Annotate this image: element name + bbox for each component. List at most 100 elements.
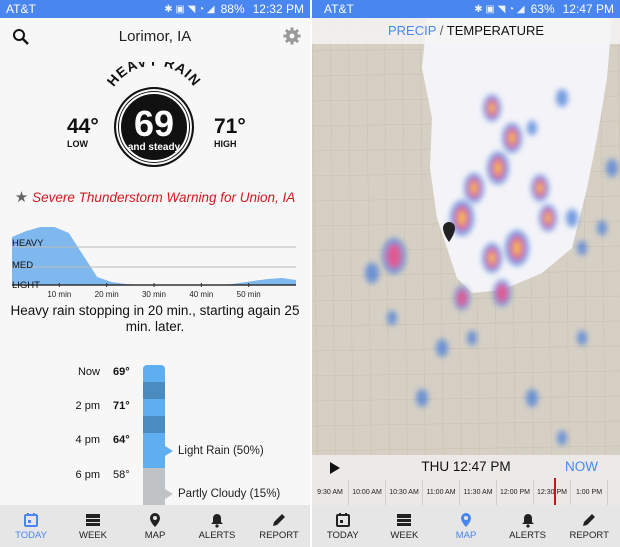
bottom-nav: TODAY WEEK MAP ALERTS REPORT: [0, 505, 310, 547]
map-screen: AT&T ✱ ▣ ◥ ◔ ◢ 63% 12:47 PM PRECIP / TEM…: [312, 0, 620, 547]
radar-cell: [382, 238, 406, 274]
radar-cell: [454, 286, 470, 310]
radar-cell: [539, 204, 557, 232]
high-label: HIGH: [214, 139, 237, 149]
status-bar: AT&T ✱ ▣ ◥ ◔ ◢ 88% 12:32 PM: [0, 0, 310, 18]
nav-week[interactable]: WEEK: [62, 505, 124, 547]
current-temp-dial: 69 and steady: [114, 87, 194, 167]
timeline-slot[interactable]: 9:30 AM: [312, 480, 349, 505]
location-title[interactable]: Lorimor, IA: [0, 28, 310, 45]
map-pin-icon: [150, 512, 160, 527]
gear-icon[interactable]: [283, 27, 301, 50]
nav-label: MAP: [455, 529, 477, 541]
map-pin-icon: [460, 512, 471, 527]
nav-label: WEEK: [79, 529, 107, 541]
now-button[interactable]: NOW: [565, 459, 598, 474]
hourly-row: 4 pm 64°: [0, 434, 130, 446]
x-tick-label: 50 min: [237, 290, 261, 299]
timeline-slots[interactable]: 9:30 AM 10:00 AM 10:30 AM 11:00 AM 11:30 AM 1…: [312, 480, 620, 505]
level-label: HEAVY: [12, 238, 44, 249]
carrier: AT&T: [6, 2, 36, 16]
pencil-icon: [583, 513, 596, 526]
high-temp-block: 71° HIGH: [214, 115, 246, 149]
precip-area: [12, 227, 296, 285]
nav-label: TODAY: [15, 529, 47, 541]
nav-today[interactable]: TODAY: [0, 505, 62, 547]
hourly-row: 2 pm 71°: [0, 400, 130, 412]
timeline-slot[interactable]: 11:00 AM: [423, 480, 460, 505]
nav-alerts[interactable]: ALERTS: [497, 505, 559, 547]
radar-cell: [531, 174, 549, 202]
nav-label: MAP: [144, 529, 166, 541]
nav-report[interactable]: REPORT: [248, 505, 310, 547]
timeline-slot[interactable]: 10:30 AM: [386, 480, 423, 505]
nav-week[interactable]: WEEK: [374, 505, 436, 547]
low-temp-block: 44° LOW: [67, 115, 99, 149]
timeline-slot[interactable]: 10:00 AM: [349, 480, 386, 505]
calendar-icon: [24, 512, 38, 527]
bell-icon: [211, 513, 223, 528]
radar-cell: [365, 262, 379, 284]
hourly-row: 6 pm 58°: [0, 469, 130, 481]
x-tick-label: 40 min: [189, 290, 213, 299]
hour-temp: 58°: [113, 469, 130, 481]
timeline-slot[interactable]: 1:00 PM: [571, 480, 608, 505]
low-label: LOW: [67, 139, 88, 149]
star-icon: ★: [14, 189, 29, 206]
radar-cell: [436, 339, 448, 357]
radar-cell: [387, 310, 397, 326]
hour-temp: 64°: [113, 434, 130, 446]
nav-label: TODAY: [326, 529, 359, 541]
hour-temp: 71°: [113, 400, 130, 412]
nav-label: WEEK: [390, 529, 419, 541]
radar-cell: [606, 159, 618, 177]
week-icon: [397, 513, 412, 526]
radar-cell: [556, 89, 568, 107]
level-label: MED: [12, 260, 33, 271]
alert-text: Severe Thunderstorm Warning for Union, I…: [32, 190, 296, 205]
condition-label: Light Rain (50%): [178, 445, 264, 457]
condition-label: Partly Cloudy (15%): [178, 488, 281, 500]
hour-time: 4 pm: [75, 434, 100, 446]
nav-map[interactable]: MAP: [435, 505, 497, 547]
weather-alert[interactable]: ★ Severe Thunderstorm Warning for Union, …: [0, 188, 310, 206]
radar-map[interactable]: [312, 18, 620, 508]
status-icons: ✱ ▣ ◥ ◔ ◢: [164, 3, 215, 15]
temp-trend: and steady: [127, 142, 181, 153]
temperature-tab[interactable]: TEMPERATURE: [447, 23, 544, 38]
battery: 88%: [220, 2, 245, 16]
nav-alerts[interactable]: ALERTS: [186, 505, 248, 547]
current-temp: 69: [133, 103, 175, 144]
bell-icon: [521, 513, 534, 528]
today-screen: AT&T ✱ ▣ ◥ ◔ ◢ 88% 12:32 PM Lorimor, IA …: [0, 0, 310, 547]
clock: 12:32 PM: [252, 2, 304, 16]
hourly-row: Now 69°: [0, 366, 130, 378]
timeline-controls: THU 12:47 PM NOW: [312, 455, 620, 480]
nav-map[interactable]: MAP: [124, 505, 186, 547]
radar-cell: [483, 94, 501, 122]
nav-report[interactable]: REPORT: [558, 505, 620, 547]
precip-chart: HEAVY MED LIGHT 10 min 20 min 30 min 40 min 50 …: [12, 227, 296, 299]
calendar-icon: [335, 512, 350, 527]
precip-tab[interactable]: PRECIP: [388, 23, 436, 38]
precip-summary: Heavy rain stopping in 20 min., starting…: [10, 303, 300, 334]
radar-cell: [487, 151, 509, 185]
timeline-slot[interactable]: 12:00 PM: [497, 480, 534, 505]
nav-today[interactable]: TODAY: [312, 505, 374, 547]
timeline-slot[interactable]: 1:: [608, 480, 620, 505]
level-label: LIGHT: [12, 280, 40, 291]
radar-cell: [527, 120, 537, 136]
pencil-icon: [273, 513, 285, 526]
radar-cell: [464, 173, 484, 203]
timeline-slot[interactable]: 12:30 PM: [534, 480, 571, 505]
radar-cell: [467, 330, 477, 346]
separator: /: [436, 23, 447, 38]
nav-label: ALERTS: [198, 529, 236, 541]
radar-cell: [482, 243, 502, 273]
status-bar: AT&T ✱ ▣ ◥ ◔ ◢ 63% 12:47 PM: [312, 0, 620, 18]
timeline-marker[interactable]: [554, 478, 556, 505]
status-icons: ✱ ▣ ◥ ◔ ◢: [474, 3, 525, 15]
nav-label: REPORT: [569, 529, 609, 541]
timeline-slot[interactable]: 11:30 AM: [460, 480, 497, 505]
battery: 63%: [530, 2, 555, 16]
